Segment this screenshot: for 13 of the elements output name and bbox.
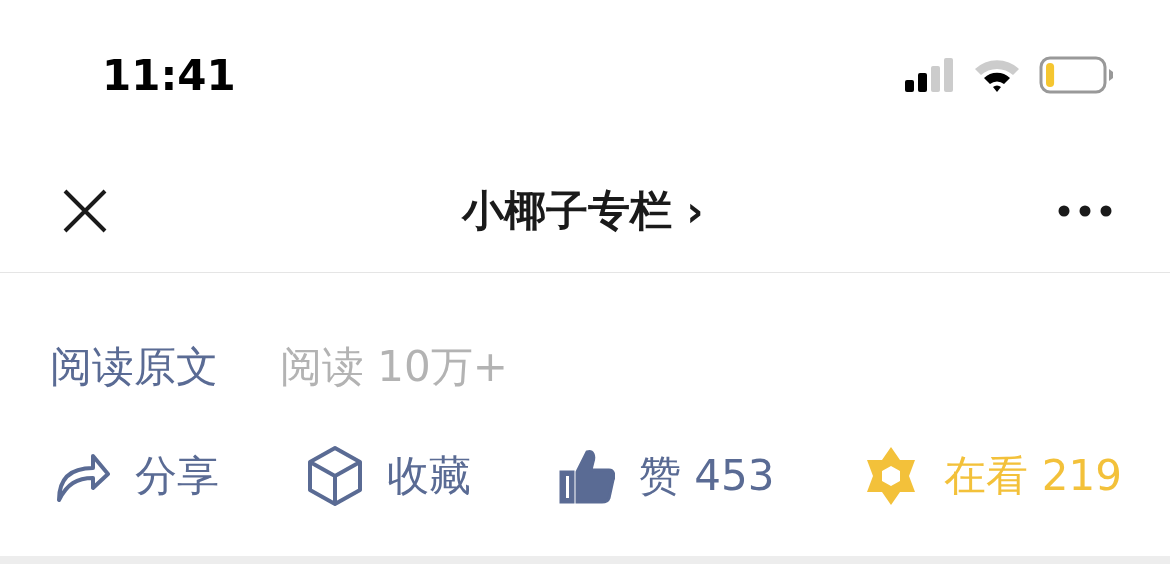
share-button[interactable]: 分享: [55, 448, 219, 504]
close-icon[interactable]: [62, 188, 108, 234]
status-time: 11:41: [102, 50, 236, 100]
wifi-icon: [973, 57, 1021, 93]
battery-icon: [1039, 56, 1115, 94]
read-original-link[interactable]: 阅读原文: [50, 339, 218, 395]
chevron-icon[interactable]: ›: [686, 186, 704, 236]
read-count: 阅读 10万+: [280, 341, 508, 393]
favorite-button[interactable]: 收藏: [307, 445, 471, 507]
like-button[interactable]: 赞 453: [558, 448, 775, 504]
page-title[interactable]: 小椰子专栏: [462, 183, 673, 239]
more-icon[interactable]: [1058, 205, 1112, 217]
signal-icon: [905, 58, 955, 92]
